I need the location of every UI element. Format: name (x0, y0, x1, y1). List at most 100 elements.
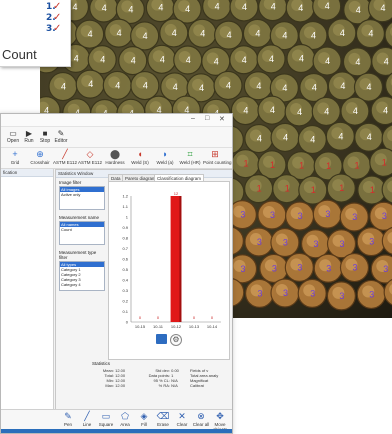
measurement-type-list[interactable]: All types Category 1 Category 2 Category 3C… (59, 261, 105, 291)
fiber-class-label: 3 (352, 263, 357, 273)
fiber-class-label: 4 (255, 28, 260, 38)
fiber-class-label: 4 (338, 131, 343, 141)
toolbar-button-label: Weld (HR) (179, 160, 201, 165)
y-tick-label: 0.7 (122, 246, 128, 251)
fiber-class-label: 1 (339, 183, 344, 193)
toolbar-button-stop[interactable]: ■ Stop (37, 129, 53, 144)
measurement-type-title: Measurement type filter (59, 250, 97, 260)
fiber-class-label: 4 (325, 1, 330, 11)
tool-label: Clear (176, 422, 188, 427)
fiber-class-label: 4 (353, 106, 358, 116)
summary-value: N/A (170, 383, 178, 388)
toolbar-button-hardness[interactable]: ⬤ Hardness (103, 149, 127, 165)
fiber-class-label: 4 (117, 28, 122, 38)
fiber-class-label: 3 (283, 288, 288, 298)
toolbar-button-crosshair[interactable]: ⊕ Crosshair (28, 149, 52, 165)
erase-icon: ⌫ (156, 411, 170, 421)
filter-list-item[interactable]: Active only (60, 192, 104, 197)
check-icon: ✓ (53, 1, 62, 12)
data-label: 0 (139, 315, 142, 320)
toolbar-button-open[interactable]: ▭ Open (5, 129, 21, 144)
filter-list-item[interactable]: Count (60, 227, 104, 232)
fiber-class-label: 4 (282, 83, 287, 93)
toolbar-button-label: Point counting (203, 160, 232, 165)
toolbar-button-grid[interactable]: + Grid (3, 149, 27, 165)
data-label: 12 (174, 191, 179, 196)
maximize-button[interactable]: □ (205, 115, 209, 122)
image-filter-list[interactable]: All images Active only (59, 186, 105, 210)
tool-square[interactable]: ▭ Square (97, 411, 115, 427)
toolbar-button-weld-hr[interactable]: ⌗ Weld (HR) (178, 149, 202, 165)
image-filter-group: Image filter All images Active only (59, 180, 105, 210)
classification-chart: 1.2 1.1 1 0.9 0.8 0.7 0.6 0.5 0.4 0.3 0.2 0.1 0 0 10-1… (122, 191, 221, 329)
tool-clear[interactable]: ✕ Clear (173, 411, 191, 427)
fiber-class-label: 3 (270, 210, 275, 220)
toolbar-button-weld-a[interactable]: ◗ Weld (a) (153, 149, 177, 165)
summary-left: Mean: 12.00 Total: 12.00 Min: 12.00 Max: 12… (92, 368, 132, 388)
summary-middle: Std dev: 0.00 Data points: 1 95 % CL: N/A%… (148, 368, 188, 388)
fiber-class-label: 4 (158, 3, 163, 13)
minimize-button[interactable]: – (191, 115, 195, 122)
fiber-class-label: 4 (61, 82, 66, 92)
fiber-class-label: 4 (269, 54, 274, 64)
fiber-class-label: 3 (340, 239, 345, 249)
tool-area[interactable]: ⬠ Area (116, 411, 134, 427)
fiber-class-label: 4 (215, 1, 220, 11)
fiber-class-label: 4 (283, 132, 288, 142)
tool-pen[interactable]: ✎ Pen (59, 411, 77, 427)
fill-icon: ◈ (140, 411, 148, 421)
fiber-class-label: 4 (88, 29, 93, 39)
fiber-class-label: 4 (256, 81, 261, 91)
toolbar-button-editor[interactable]: ✎ Editor (53, 129, 69, 144)
close-button[interactable]: ✕ (219, 115, 225, 123)
weld-hr-icon: ⌗ (187, 149, 193, 159)
y-tick-label: 0.5 (122, 267, 128, 272)
fiber-class-label: 4 (74, 53, 79, 63)
data-label: 0 (211, 315, 214, 320)
area-icon: ⬠ (121, 411, 129, 421)
toolbar-button-astm-e112b[interactable]: ◇ ASTM E112 (78, 149, 102, 165)
fiber-class-label: 3 (369, 237, 374, 247)
y-tick-label: 0.6 (122, 257, 128, 262)
main-toolbar: ▭ Open ▶ Run ■ Stop ✎ Editor (1, 127, 232, 148)
summary-key: % RA: (158, 383, 170, 388)
fiber-class-label: 4 (367, 132, 372, 142)
toolbar-button-run[interactable]: ▶ Run (21, 129, 37, 144)
toolbar-button-astm-e112[interactable]: ╱ ASTM E112 (53, 149, 77, 165)
tool-fill[interactable]: ◈ Fill (135, 411, 153, 427)
fiber-class-label: 4 (355, 57, 360, 67)
fiber-class-label: 4 (368, 29, 373, 39)
toolbar-button-label: Stop (39, 138, 51, 144)
clear-icon: ✕ (178, 411, 186, 421)
fiber-class-label: 4 (227, 30, 232, 40)
fiber-class-label: 1 (257, 184, 262, 194)
crosshair-icon: ⊕ (36, 149, 44, 159)
fiber-class-label: 3 (383, 264, 388, 274)
tool-clear-all[interactable]: ⊗ Clear all (192, 411, 210, 427)
fiber-class-label: 1 (355, 160, 360, 170)
export-icon[interactable] (156, 334, 167, 344)
tool-erase[interactable]: ⌫ Erase (154, 411, 172, 427)
settings-icon[interactable]: ⚙ (170, 334, 182, 346)
classification-chart-panel: 1.2 1.1 1 0.9 0.8 0.7 0.6 0.5 0.4 0.3 0.2 0.1 0 0 10-1… (108, 181, 230, 360)
fiber-class-label: 4 (115, 80, 120, 90)
tool-line[interactable]: ╱ Line (78, 411, 96, 427)
image-filter-title: Image filter (59, 180, 82, 185)
toolbar-button-label: ASTM E112 (78, 160, 102, 165)
fiber-class-label: 4 (340, 81, 345, 91)
filter-list-item[interactable]: Category 4 (60, 282, 104, 287)
fiber-class-label: 4 (185, 4, 190, 14)
toolbar-button-weld-s[interactable]: ◖ Weld (S) (128, 149, 152, 165)
fiber-class-label: 3 (326, 263, 331, 273)
fiber-class-label: 1 (311, 185, 316, 195)
fiber-class-label: 1 (270, 160, 275, 170)
fiber-class-label: 4 (160, 54, 165, 64)
fiber-class-label: 3 (369, 289, 374, 299)
fiber-class-label: 3 (257, 237, 262, 247)
measurement-type-group: Measurement type filter All types Categor… (59, 250, 105, 291)
title-bar: – □ ✕ (1, 114, 232, 127)
grid-icon: + (12, 149, 18, 159)
measurement-name-list[interactable]: All names Count (59, 221, 105, 245)
toolbar-button-point-counting[interactable]: ⊞ Point counting (203, 149, 232, 165)
fiber-class-label: 4 (384, 56, 389, 66)
